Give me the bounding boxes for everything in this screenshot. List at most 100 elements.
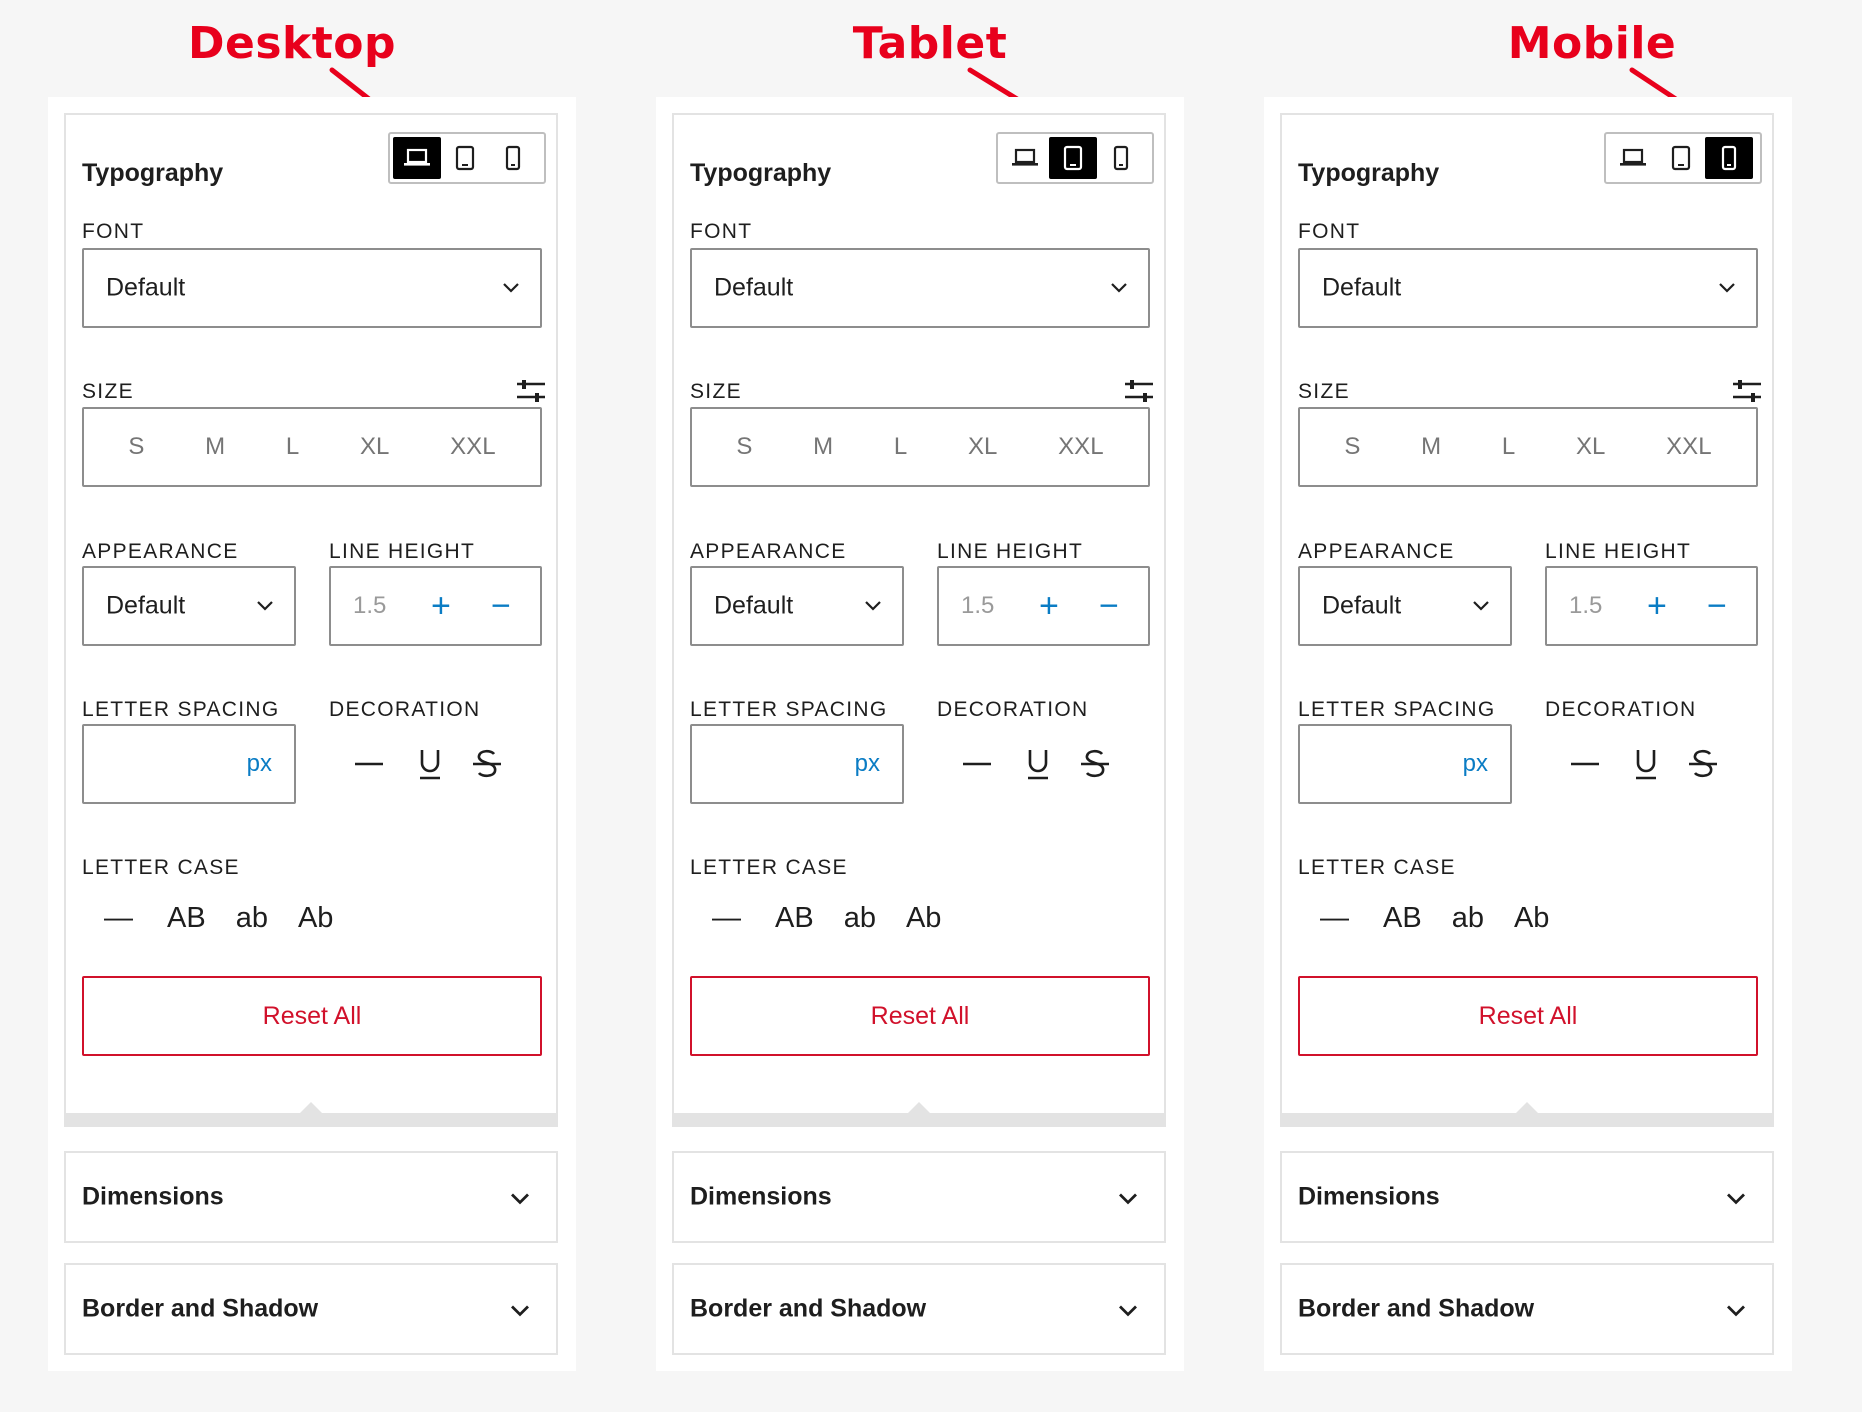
size-option-xl[interactable]: XL: [1576, 433, 1605, 461]
line-height-decrement-button[interactable]: −: [1707, 589, 1727, 623]
letter-spacing-unit[interactable]: px: [247, 750, 272, 778]
device-mobile-button[interactable]: [489, 137, 537, 179]
case-uppercase-button[interactable]: AB: [1383, 902, 1422, 935]
size-option-s[interactable]: S: [1344, 433, 1360, 461]
font-label: FONT: [82, 220, 145, 243]
chevron-down-icon: [1727, 1305, 1745, 1317]
border-and-shadow-accordion[interactable]: Border and Shadow: [64, 1263, 558, 1355]
size-option-m[interactable]: M: [205, 433, 225, 461]
size-option-l[interactable]: L: [1502, 433, 1515, 461]
no-decoration-icon[interactable]: [961, 749, 993, 779]
underline-icon[interactable]: [1633, 747, 1659, 781]
case-capitalize-button[interactable]: Ab: [1514, 902, 1549, 935]
font-select[interactable]: Default: [1298, 248, 1758, 328]
no-decoration-icon[interactable]: [1569, 749, 1601, 779]
device-desktop-button[interactable]: [393, 137, 441, 179]
size-options: S M L XL XXL: [692, 409, 1148, 485]
appearance-label: APPEARANCE: [690, 540, 847, 563]
letter-case-label: LETTER CASE: [690, 856, 848, 879]
line-height-label: LINE HEIGHT: [937, 540, 1084, 563]
size-option-xxl[interactable]: XXL: [1666, 433, 1711, 461]
size-option-xl[interactable]: XL: [968, 433, 997, 461]
line-height-increment-button[interactable]: +: [1647, 589, 1667, 623]
letter-spacing-unit[interactable]: px: [1463, 750, 1488, 778]
strikethrough-icon[interactable]: [471, 747, 503, 781]
size-settings-icon[interactable]: [516, 377, 546, 405]
border-and-shadow-accordion[interactable]: Border and Shadow: [1280, 1263, 1774, 1355]
letter-spacing-input[interactable]: px: [1298, 724, 1512, 804]
case-lowercase-button[interactable]: ab: [844, 902, 876, 935]
font-select-value: Default: [1322, 273, 1402, 302]
reset-all-button[interactable]: Reset All: [1298, 976, 1758, 1056]
reset-all-button[interactable]: Reset All: [690, 976, 1150, 1056]
panel-title: Typography: [1298, 159, 1440, 187]
size-option-xl[interactable]: XL: [360, 433, 389, 461]
chevron-down-icon: [1473, 601, 1489, 611]
tablet-icon: [1063, 145, 1083, 171]
line-height-value[interactable]: 1.5: [353, 592, 386, 620]
case-capitalize-button[interactable]: Ab: [906, 902, 941, 935]
device-desktop-button[interactable]: [1001, 137, 1049, 179]
case-none-button[interactable]: —: [1320, 902, 1349, 935]
line-height-decrement-button[interactable]: −: [1099, 589, 1119, 623]
size-picker: S M L XL XXL: [82, 407, 542, 487]
reset-all-button[interactable]: Reset All: [82, 976, 542, 1056]
device-mobile-button[interactable]: [1097, 137, 1145, 179]
appearance-select[interactable]: Default: [82, 566, 296, 646]
letter-spacing-unit[interactable]: px: [855, 750, 880, 778]
device-mobile-button[interactable]: [1705, 137, 1753, 179]
size-option-m[interactable]: M: [813, 433, 833, 461]
line-height-decrement-button[interactable]: −: [491, 589, 511, 623]
size-option-l[interactable]: L: [894, 433, 907, 461]
dimensions-accordion[interactable]: Dimensions: [64, 1151, 558, 1243]
chevron-down-icon: [1727, 1193, 1745, 1205]
appearance-label: APPEARANCE: [1298, 540, 1455, 563]
case-uppercase-button[interactable]: AB: [775, 902, 814, 935]
font-select[interactable]: Default: [690, 248, 1150, 328]
size-option-s[interactable]: S: [128, 433, 144, 461]
line-height-stepper: 1.5 + −: [1545, 566, 1758, 646]
no-decoration-icon[interactable]: [353, 749, 385, 779]
letter-spacing-input[interactable]: px: [690, 724, 904, 804]
size-option-s[interactable]: S: [736, 433, 752, 461]
appearance-select[interactable]: Default: [1298, 566, 1512, 646]
line-height-increment-button[interactable]: +: [1039, 589, 1059, 623]
appearance-label: APPEARANCE: [82, 540, 239, 563]
line-height-increment-button[interactable]: +: [431, 589, 451, 623]
appearance-select[interactable]: Default: [690, 566, 904, 646]
size-picker: S M L XL XXL: [1298, 407, 1758, 487]
dimensions-accordion[interactable]: Dimensions: [672, 1151, 1166, 1243]
strikethrough-icon[interactable]: [1687, 747, 1719, 781]
device-tablet-button[interactable]: [1657, 137, 1705, 179]
size-settings-icon[interactable]: [1732, 377, 1762, 405]
strikethrough-icon[interactable]: [1079, 747, 1111, 781]
size-option-xxl[interactable]: XXL: [1058, 433, 1103, 461]
device-switcher: [1604, 132, 1762, 184]
device-tablet-button[interactable]: [1049, 137, 1097, 179]
font-select[interactable]: Default: [82, 248, 542, 328]
case-none-button[interactable]: —: [712, 902, 741, 935]
underline-icon[interactable]: [417, 747, 443, 781]
chevron-down-icon: [511, 1193, 529, 1205]
line-height-value[interactable]: 1.5: [1569, 592, 1602, 620]
device-tablet-button[interactable]: [441, 137, 489, 179]
line-height-value[interactable]: 1.5: [961, 592, 994, 620]
size-option-l[interactable]: L: [286, 433, 299, 461]
size-settings-icon[interactable]: [1124, 377, 1154, 405]
case-capitalize-button[interactable]: Ab: [298, 902, 333, 935]
inspector-sidebar: Typography FONT Default SIZE S M L XL XX…: [1264, 97, 1792, 1371]
border-and-shadow-accordion[interactable]: Border and Shadow: [672, 1263, 1166, 1355]
laptop-icon: [1620, 148, 1646, 166]
size-option-xxl[interactable]: XXL: [450, 433, 495, 461]
case-lowercase-button[interactable]: ab: [236, 902, 268, 935]
underline-icon[interactable]: [1025, 747, 1051, 781]
size-option-m[interactable]: M: [1421, 433, 1441, 461]
device-desktop-button[interactable]: [1609, 137, 1657, 179]
case-uppercase-button[interactable]: AB: [167, 902, 206, 935]
letter-spacing-input[interactable]: px: [82, 724, 296, 804]
letter-case-options: — AB ab Ab: [690, 902, 941, 935]
dimensions-accordion[interactable]: Dimensions: [1280, 1151, 1774, 1243]
case-none-button[interactable]: —: [104, 902, 133, 935]
tablet-icon: [1671, 145, 1691, 171]
case-lowercase-button[interactable]: ab: [1452, 902, 1484, 935]
